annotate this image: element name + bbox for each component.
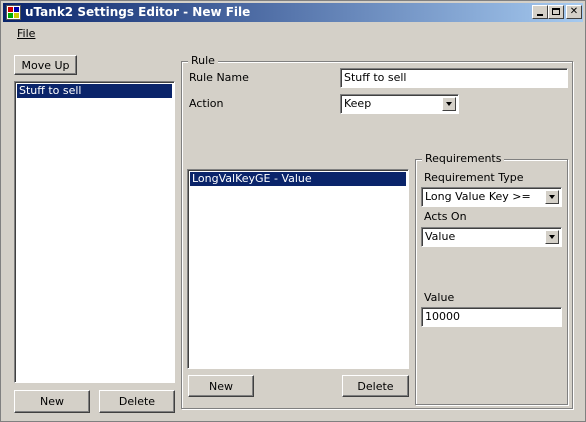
move-up-button[interactable]: Move Up — [14, 55, 77, 75]
close-button[interactable]: ✕ — [566, 5, 582, 19]
action-select-value: Keep — [344, 97, 372, 110]
main-window: uTank2 Settings Editor - New File ✕ File… — [0, 0, 586, 422]
requirement-type-select[interactable]: Long Value Key >= — [421, 187, 562, 207]
chevron-down-icon[interactable] — [545, 190, 559, 204]
menu-bar: File — [3, 23, 583, 43]
rule-name-label: Rule Name — [189, 71, 249, 84]
title-bar[interactable]: uTank2 Settings Editor - New File ✕ — [3, 3, 583, 22]
window-title: uTank2 Settings Editor - New File — [25, 5, 251, 19]
rule-name-field[interactable]: Stuff to sell — [340, 68, 568, 88]
app-icon — [6, 5, 21, 20]
rules-list[interactable]: Stuff to sell — [14, 81, 175, 383]
maximize-button[interactable] — [548, 5, 564, 19]
requirement-type-value: Long Value Key >= — [425, 190, 531, 203]
acts-on-value: Value — [425, 230, 456, 243]
delete-rule-button[interactable]: Delete — [99, 390, 175, 413]
requirement-type-label: Requirement Type — [424, 171, 524, 184]
delete-requirement-button[interactable]: Delete — [342, 375, 409, 397]
menu-file[interactable]: File — [17, 27, 35, 40]
minimize-button[interactable] — [532, 5, 548, 19]
rule-group-title: Rule — [188, 54, 218, 67]
maximize-icon — [552, 8, 560, 15]
requirements-group-title: Requirements — [422, 152, 505, 165]
menu-file-label: File — [17, 27, 36, 40]
action-label: Action — [189, 97, 224, 110]
chevron-down-icon[interactable] — [442, 97, 456, 111]
value-label: Value — [424, 291, 455, 304]
minimize-icon — [537, 14, 543, 16]
acts-on-label: Acts On — [424, 210, 467, 223]
list-item[interactable]: Stuff to sell — [17, 84, 172, 98]
list-item[interactable]: LongValKeyGE - Value — [190, 172, 406, 186]
new-rule-button[interactable]: New — [14, 390, 90, 413]
chevron-down-icon[interactable] — [545, 230, 559, 244]
requirements-list[interactable]: LongValKeyGE - Value — [187, 169, 409, 369]
new-requirement-button[interactable]: New — [188, 375, 254, 397]
value-field[interactable]: 10000 — [421, 307, 562, 327]
action-select[interactable]: Keep — [340, 94, 459, 114]
acts-on-select[interactable]: Value — [421, 227, 562, 247]
close-icon: ✕ — [569, 6, 579, 17]
